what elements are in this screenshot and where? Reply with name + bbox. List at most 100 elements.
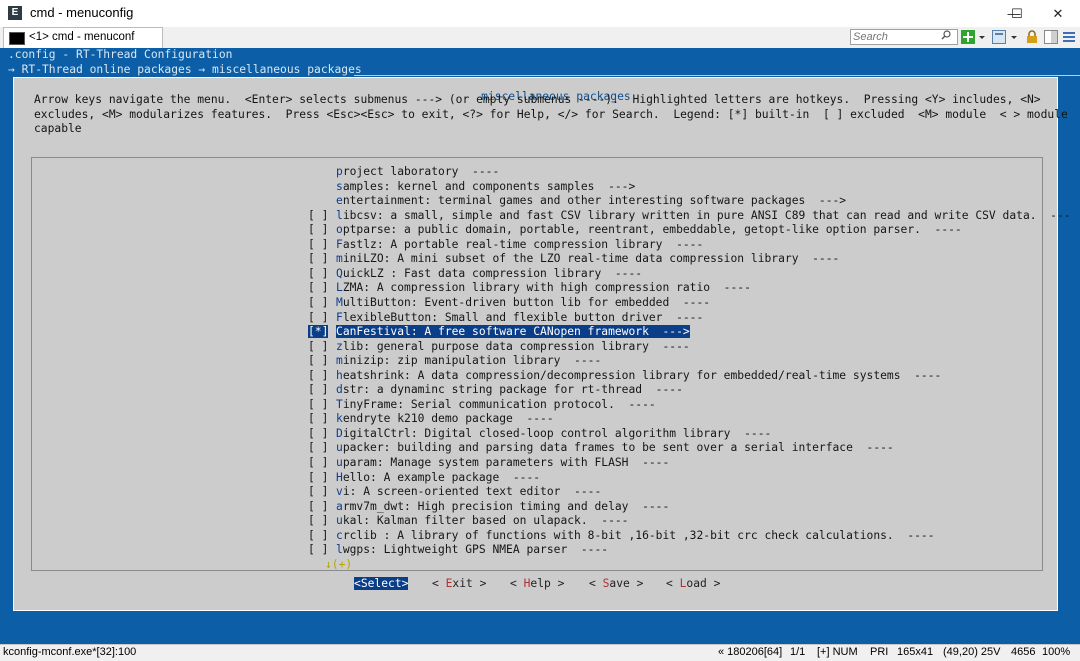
menu-item[interactable]: [ ] miniLZO: A mini subset of the LZO rea… <box>32 252 1042 267</box>
menu-item-text: i: A screen-oriented text editor ---- <box>342 485 602 499</box>
menu-item-checkbox[interactable]: [ ] <box>308 238 328 251</box>
add-console-icon[interactable] <box>961 30 975 44</box>
menu-item-label: Fastlz: A portable real-time compression… <box>336 238 703 251</box>
menu-item[interactable]: [ ] MultiButton: Event-driven button lib … <box>32 296 1042 311</box>
layout-icon[interactable] <box>992 30 1006 44</box>
menu-item-text: lexibleButton: Small and flexible button… <box>342 310 704 324</box>
lock-icon[interactable] <box>1025 30 1039 44</box>
button-post: oad > <box>686 577 721 590</box>
menu-item-checkbox[interactable]: [ ] <box>308 369 328 382</box>
menu-item-text: igitalCtrl: Digital closed-loop control … <box>342 426 772 440</box>
menu-item[interactable]: [ ] crclib : A library of functions with … <box>32 529 1042 544</box>
load-button[interactable]: < Load > <box>666 577 720 590</box>
menu-item-checkbox[interactable]: [ ] <box>308 500 328 513</box>
help-button[interactable]: < Help > <box>510 577 564 590</box>
search-icon[interactable] <box>941 30 951 40</box>
menu-item[interactable]: [ ] QuickLZ : Fast data compression libra… <box>32 267 1042 282</box>
menu-item[interactable]: samples: kernel and components samples -… <box>32 180 1042 195</box>
window-title: cmd - menuconfig <box>30 5 134 20</box>
maximize-button[interactable]: ☐ <box>995 0 1039 27</box>
menu-item-checkbox[interactable]: [ ] <box>308 456 328 469</box>
menu-item-checkbox[interactable]: [ ] <box>308 441 328 454</box>
menu-item-checkbox[interactable]: [ ] <box>308 281 328 294</box>
button-pre: < <box>510 577 524 590</box>
menu-item[interactable]: [ ] upacker: building and parsing data fr… <box>32 441 1042 456</box>
chevron-down-icon[interactable] <box>978 30 986 44</box>
status-bar: kconfig-mconf.exe*[32]:100 « 180206[64] … <box>0 644 1080 661</box>
menu-item[interactable]: [ ] heatshrink: A data compression/decomp… <box>32 369 1042 384</box>
menu-item-checkbox[interactable]: [ ] <box>308 311 328 324</box>
menu-item[interactable]: [ ] uparam: Manage system parameters with… <box>32 456 1042 471</box>
menu-item-checkbox[interactable]: [ ] <box>308 398 328 411</box>
menu-item-hotkey: e <box>336 194 343 208</box>
menu-item-text: lib: general purpose data compression li… <box>342 339 690 353</box>
save-button[interactable]: < Save > <box>589 577 643 590</box>
menu-item[interactable]: [ ] dstr: a dynaminc string package for r… <box>32 383 1042 398</box>
menu-item-checkbox[interactable]: [ ] <box>308 223 328 236</box>
menu-item-label: QuickLZ : Fast data compression library … <box>336 267 642 280</box>
menu-item-label: lwgps: Lightweight GPS NMEA parser ---- <box>336 543 608 556</box>
menu-item-checkbox[interactable]: [ ] <box>308 340 328 353</box>
menu-dialog: miscellaneous packages Arrow keys naviga… <box>13 77 1071 611</box>
menu-item[interactable]: [ ] DigitalCtrl: Digital closed-loop cont… <box>32 427 1042 442</box>
menu-item[interactable]: [ ] zlib: general purpose data compressio… <box>32 340 1042 355</box>
button-post: elp > <box>530 577 565 590</box>
menu-item-label: entertainment: terminal games and other … <box>336 194 846 207</box>
menu-item-checkbox[interactable]: [ ] <box>308 209 328 222</box>
menu-item[interactable]: [ ] minizip: zip manipulation library ---… <box>32 354 1042 369</box>
menu-item[interactable]: project laboratory ---- <box>32 165 1042 180</box>
menu-item-label: LZMA: A compression library with high co… <box>336 281 751 294</box>
status-zoom: 100% <box>1042 646 1071 658</box>
menu-item-checkbox[interactable]: [ ] <box>308 252 328 265</box>
menu-item-checkbox[interactable]: [ ] <box>308 514 328 527</box>
menu-item[interactable]: [ ] optparse: a public domain, portable, … <box>32 223 1042 238</box>
button-hotkey: S <box>360 577 368 590</box>
menu-item[interactable]: [ ] vi: A screen-oriented text editor ---… <box>32 485 1042 500</box>
menu-item-checkbox[interactable]: [ ] <box>308 529 328 542</box>
menu-item-checkbox[interactable]: [ ] <box>308 383 328 396</box>
menu-item-checkbox[interactable]: [ ] <box>308 543 328 556</box>
menu-item-text: amples: kernel and components samples --… <box>342 179 636 193</box>
dialog-buttons: <Select> < Exit > < Help > < Save > < Load > <box>14 577 1057 597</box>
menu-item-hotkey: Q <box>336 266 343 280</box>
menu-item-checkbox[interactable]: [*] <box>308 325 329 339</box>
menu-item-checkbox[interactable]: [ ] <box>308 354 328 367</box>
menu-item[interactable]: [ ] FlexibleButton: Small and flexible bu… <box>32 311 1042 326</box>
menu-item-checkbox[interactable]: [ ] <box>308 296 328 309</box>
console-area[interactable]: .config - RT-Thread Configuration → RT-T… <box>0 48 1080 644</box>
menu-item[interactable]: [ ] lwgps: Lightweight GPS NMEA parser --… <box>32 543 1042 558</box>
menu-item-text: inizip: zip manipulation library ---- <box>342 354 602 368</box>
menu-item[interactable]: [ ] ukal: Kalman filter based on ulapack.… <box>32 514 1042 529</box>
button-pre: < <box>432 577 446 590</box>
menu-item-checkbox[interactable]: [ ] <box>308 427 328 440</box>
select-button[interactable]: <Select> <box>354 577 409 590</box>
menu-item-hotkey: l <box>336 543 343 557</box>
menu-item-text: rclib : A library of functions with 8-bi… <box>342 528 935 542</box>
menu-item-label: MultiButton: Event-driven button lib for… <box>336 296 710 309</box>
split-view-icon[interactable] <box>1044 30 1058 44</box>
help-text-line: excludes, <M> modularizes features. Pres… <box>34 107 1068 121</box>
menu-item-label: uparam: Manage system parameters with FL… <box>336 456 669 469</box>
menu-item-checkbox[interactable]: [ ] <box>308 412 328 425</box>
menu-item[interactable]: [ ] TinyFrame: Serial communication proto… <box>32 398 1042 413</box>
menu-item[interactable]: [ ] Fastlz: A portable real-time compress… <box>32 238 1042 253</box>
menu-item[interactable]: [ ] kendryte k210 demo package ---- <box>32 412 1042 427</box>
breadcrumb: → RT-Thread online packages → miscellane… <box>8 63 362 76</box>
menu-item[interactable]: [*] CanFestival: A free software CANopen … <box>32 325 1042 340</box>
menu-item-checkbox[interactable]: [ ] <box>308 267 328 280</box>
menu-item[interactable]: [ ] libcsv: a small, simple and fast CSV … <box>32 209 1071 224</box>
menu-item[interactable]: [ ] Hello: A example package ---- <box>32 471 1042 486</box>
menu-item-hotkey: z <box>336 339 343 353</box>
menu-item[interactable]: entertainment: terminal games and other … <box>32 194 1042 209</box>
close-button[interactable]: ✕ <box>1036 0 1080 27</box>
menu-item[interactable]: [ ] armv7m_dwt: High precision timing and… <box>32 500 1042 515</box>
chevron-down-icon[interactable] <box>1010 30 1018 44</box>
tab-console[interactable]: <1> cmd - menuconf <box>3 27 163 48</box>
menu-icon[interactable] <box>1062 30 1076 44</box>
menu-item[interactable]: [ ] LZMA: A compression library with high… <box>32 281 1042 296</box>
menu-item-hotkey: u <box>336 514 343 528</box>
menu-item-checkbox[interactable]: [ ] <box>308 485 328 498</box>
exit-button[interactable]: < Exit > <box>432 577 486 590</box>
menu-item-checkbox[interactable]: [ ] <box>308 471 328 484</box>
menu-list: project laboratory ---- samples: kernel a… <box>31 157 1071 571</box>
